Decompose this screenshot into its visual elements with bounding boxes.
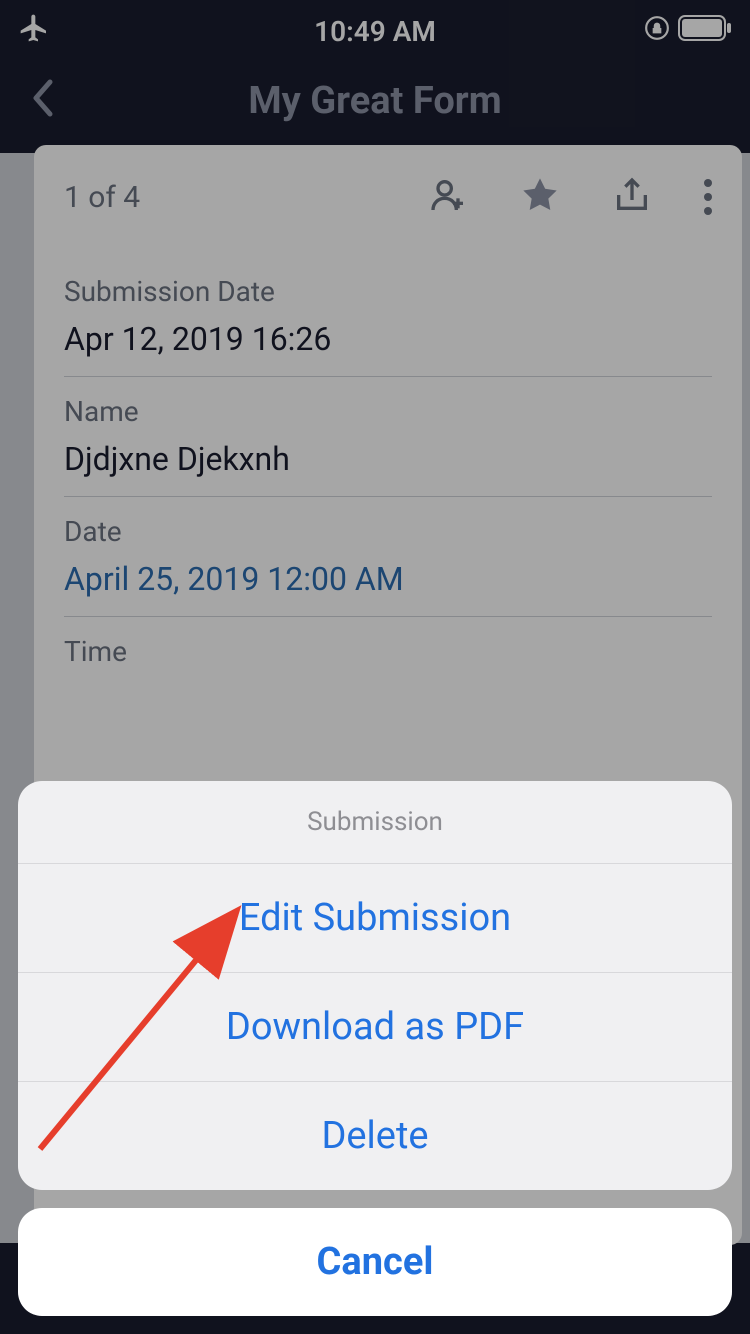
action-sheet: Submission Edit Submission Download as P… — [18, 781, 732, 1316]
sheet-delete[interactable]: Delete — [18, 1082, 732, 1190]
sheet-download-pdf[interactable]: Download as PDF — [18, 973, 732, 1082]
sheet-edit-submission[interactable]: Edit Submission — [18, 864, 732, 973]
sheet-cancel-button[interactable]: Cancel — [18, 1208, 732, 1316]
sheet-title: Submission — [18, 781, 732, 864]
